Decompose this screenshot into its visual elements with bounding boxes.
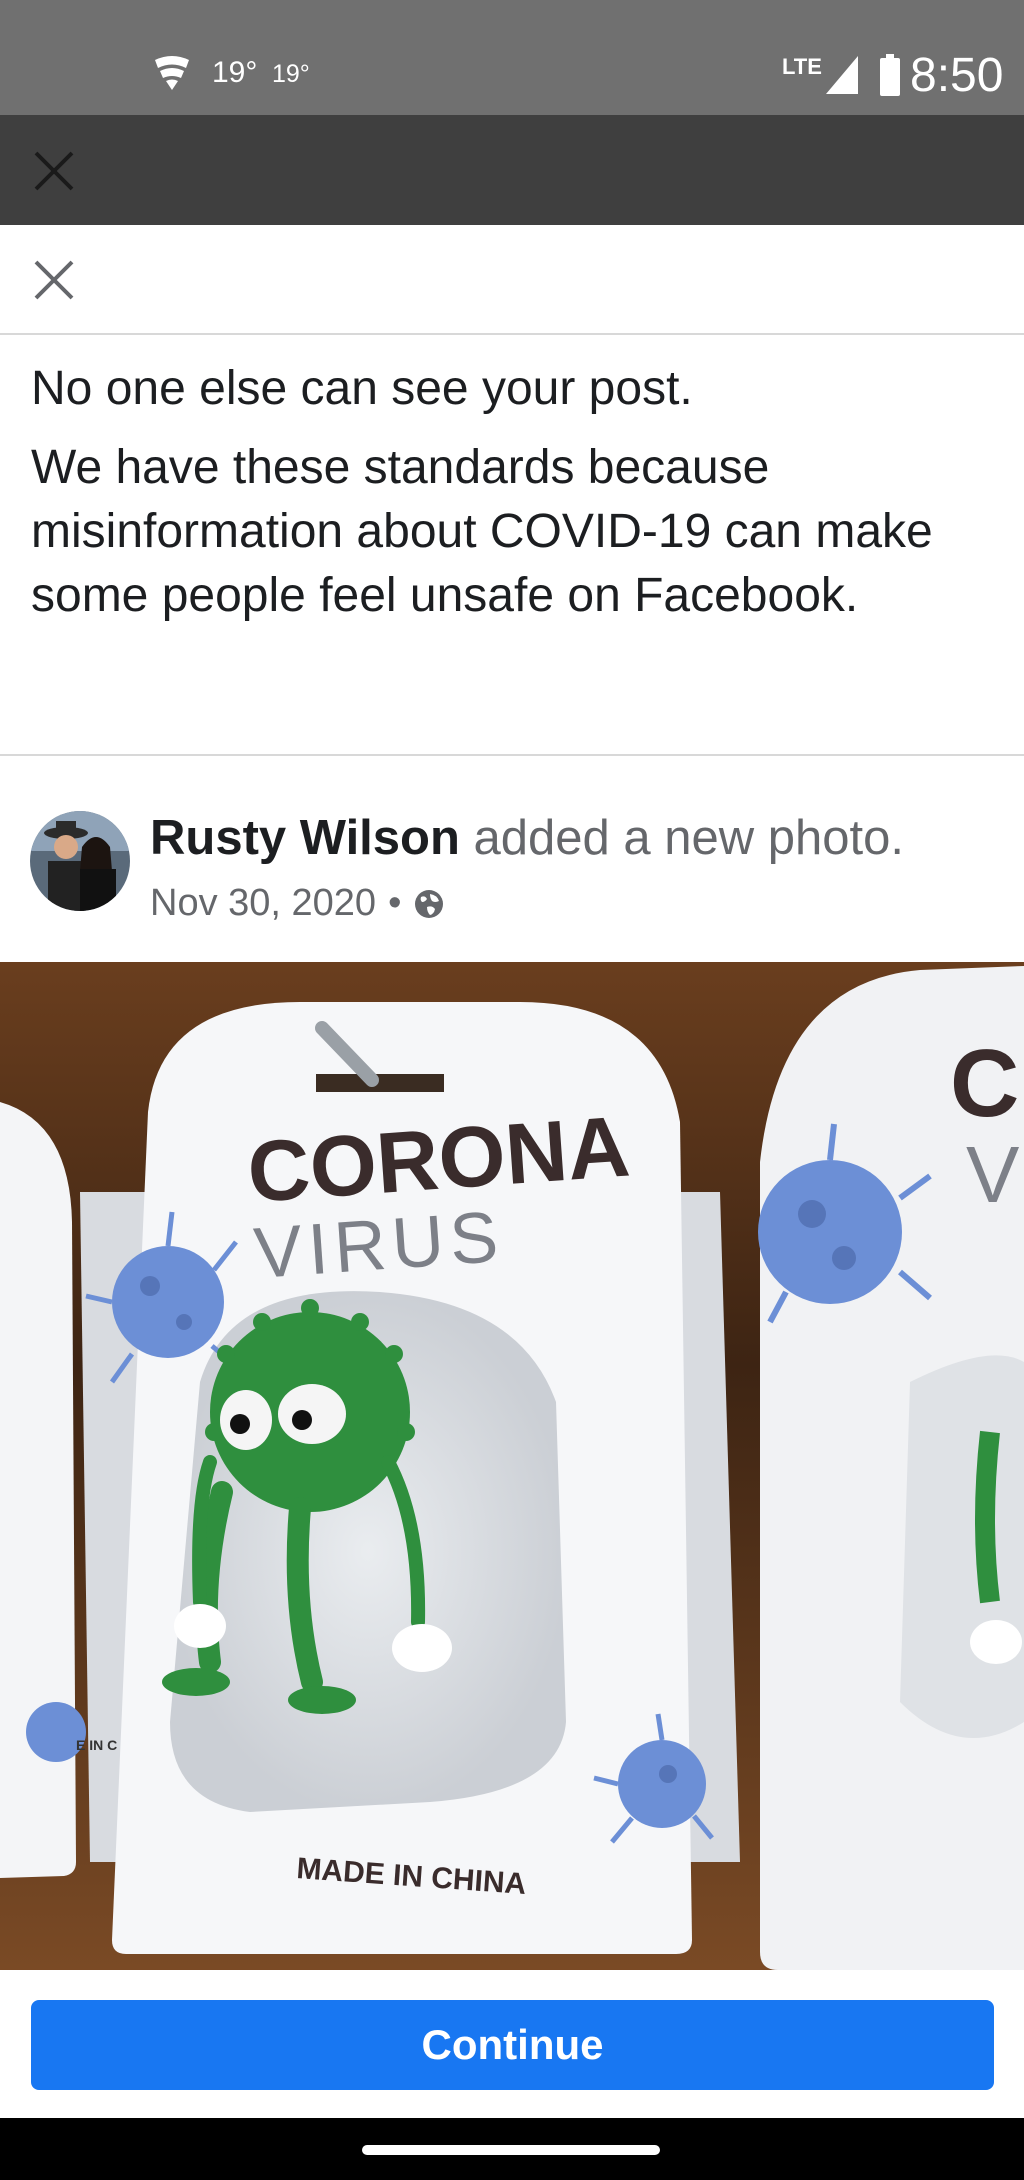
close-icon[interactable] xyxy=(32,258,76,302)
vpn-shield-icon xyxy=(155,56,189,90)
footer: Continue xyxy=(0,1970,1024,2118)
network-type: LTE xyxy=(782,54,822,79)
home-indicator[interactable] xyxy=(362,2145,660,2155)
status-bar: 19° 19° LTE 8:50 xyxy=(0,0,1024,115)
battery-icon xyxy=(880,54,900,96)
post-date[interactable]: Nov 30, 2020 xyxy=(150,882,376,925)
globe-icon xyxy=(415,889,444,918)
temperature-reading-secondary: 19° xyxy=(272,60,310,88)
post-action: added a new photo. xyxy=(473,811,905,865)
post-header: Rusty Wilson added a new photo. Nov 30, … xyxy=(0,756,1024,961)
signal-icon xyxy=(826,56,858,94)
post-title: Rusty Wilson added a new photo. xyxy=(150,810,904,866)
system-nav-bar xyxy=(0,2118,1024,2180)
sheet-header xyxy=(0,225,1024,335)
photo-text-right-partial: C xyxy=(950,1030,1019,1137)
continue-button[interactable]: Continue xyxy=(31,2000,994,2090)
photo-text-right-partial-sub: V xyxy=(966,1130,1020,1219)
meta-separator: • xyxy=(388,882,402,924)
notice-body: We have these standards because misinfor… xyxy=(31,441,933,622)
avatar[interactable] xyxy=(30,811,130,911)
photo-text-left-small: E IN C xyxy=(76,1737,117,1753)
clock: 8:50 xyxy=(910,49,1004,102)
close-icon[interactable] xyxy=(32,149,76,193)
notice: No one else can see your post. We have t… xyxy=(31,356,991,628)
overlay-header xyxy=(0,115,1024,225)
post-meta: Nov 30, 2020 • xyxy=(150,882,445,925)
temperature-reading: 19° xyxy=(212,56,258,89)
post-author[interactable]: Rusty Wilson xyxy=(150,811,460,865)
post-photo[interactable]: RO CORONA VIRUS E IN xyxy=(0,962,1024,1970)
notice-headline: No one else can see your post. xyxy=(31,362,693,415)
